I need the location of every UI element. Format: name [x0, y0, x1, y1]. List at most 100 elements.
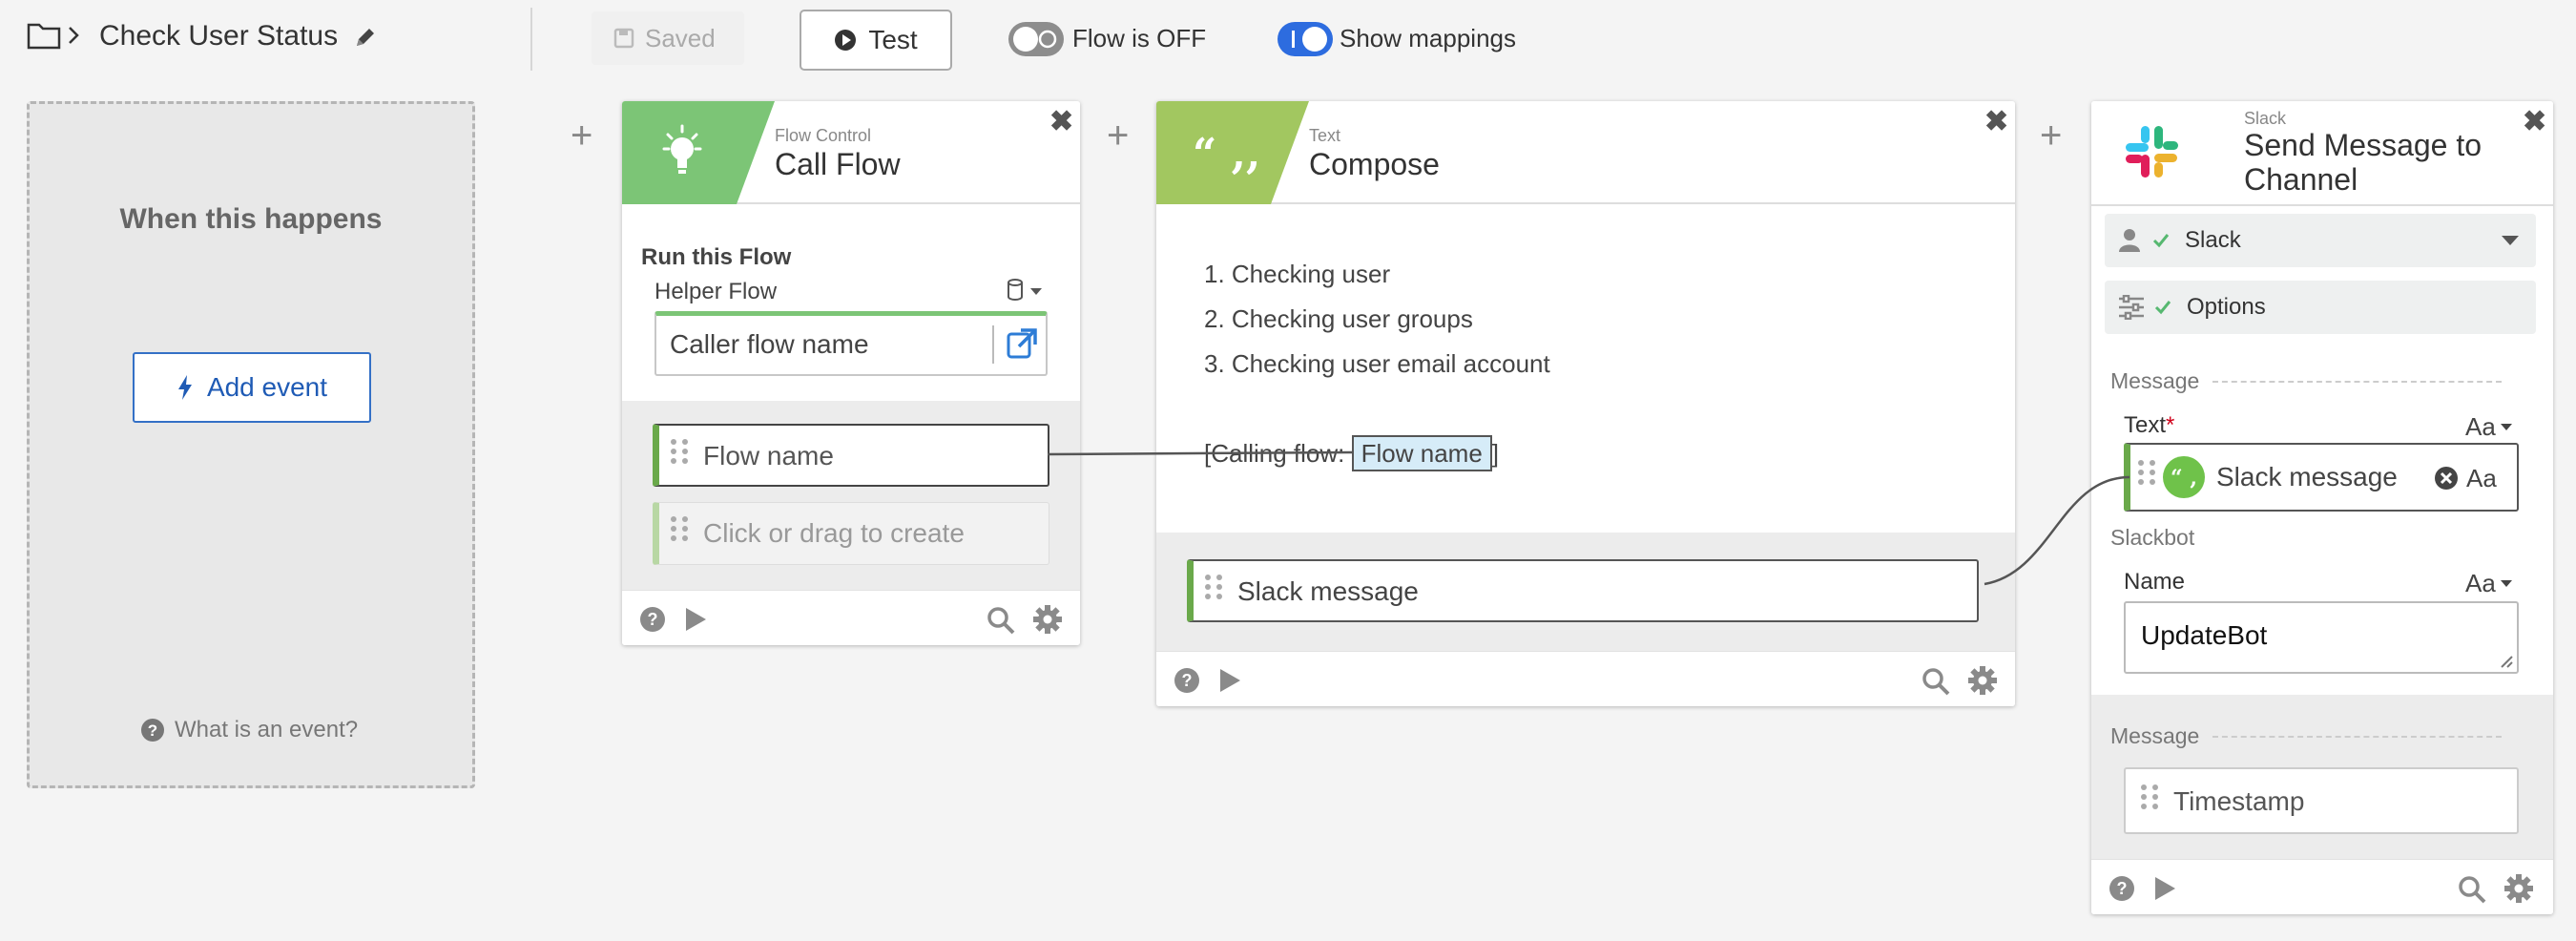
slack-options-row[interactable]: Options [2105, 281, 2536, 334]
calling-prefix: [Calling flow: [1204, 438, 1352, 468]
slack-connection-label: Slack [2185, 227, 2241, 253]
flow-toggle-label: Flow is OFF [1072, 24, 1207, 52]
play-circle-icon [834, 29, 857, 52]
flow-toggle[interactable] [1008, 21, 1065, 57]
add-event-button[interactable]: Add event [133, 352, 371, 423]
slackbot-section-label: Slackbot [2110, 525, 2194, 551]
slack-card: Slack Send Message to Channel ✖ Slack Op… [2091, 101, 2553, 914]
slack-header: Slack Send Message to Channel ✖ [2091, 101, 2553, 206]
play-icon[interactable] [1217, 667, 1242, 694]
call-flow-card: Flow Control Call Flow ✖ Run this Flow H… [622, 101, 1080, 645]
create-step-placeholder[interactable]: Click or drag to create [653, 502, 1049, 565]
check-icon [2154, 300, 2171, 315]
drag-handle-icon[interactable] [671, 439, 688, 464]
toolbar-divider [530, 8, 532, 71]
lightning-icon [177, 374, 194, 401]
play-icon[interactable] [2152, 875, 2177, 902]
slack-title-line1: Send Message to [2244, 128, 2483, 162]
drag-handle-icon[interactable] [1205, 575, 1222, 599]
what-is-event-link[interactable]: ? What is an event? [140, 717, 358, 743]
helper-flow-input[interactable]: Caller flow name [654, 311, 1048, 376]
svg-text:?: ? [148, 721, 157, 740]
slack-text-input[interactable]: “ , Slack message Aa [2124, 443, 2519, 512]
mappings-toggle[interactable] [1277, 21, 1334, 57]
help-icon[interactable]: ? [1174, 667, 1200, 694]
pencil-icon[interactable] [353, 25, 378, 50]
compose-card: “ ,, Text Compose ✖ 1. Checking user 2. … [1156, 101, 2015, 706]
close-icon[interactable]: ✖ [1984, 105, 2008, 138]
compose-line-1: 1. Checking user [1204, 260, 1391, 288]
text-format-dropdown[interactable]: Aa [2465, 412, 2513, 442]
close-icon[interactable]: ✖ [2523, 105, 2546, 138]
what-is-event-label: What is an event? [175, 717, 359, 742]
text-field-label: Text* [2124, 412, 2174, 439]
chevron-down-icon[interactable] [2500, 234, 2521, 247]
slackbot-name-input[interactable]: UpdateBot [2124, 601, 2519, 674]
gear-icon[interactable] [1032, 604, 1063, 635]
slack-category: Slack [2244, 109, 2287, 128]
run-this-flow-label: Run this Flow [641, 244, 792, 270]
slack-options-label: Options [2187, 294, 2266, 320]
slack-logo-icon [2120, 120, 2183, 183]
message-section-text: Message [2110, 368, 2200, 393]
saved-button[interactable]: Saved [592, 11, 744, 65]
remove-token-icon[interactable] [2434, 466, 2459, 491]
gear-icon[interactable] [1967, 665, 1998, 696]
token-format-label[interactable]: Aa [2466, 464, 2497, 493]
compose-line-3: 3. Checking user email account [1204, 349, 1550, 378]
close-icon[interactable]: ✖ [1049, 105, 1073, 138]
trigger-title: When this happens [119, 203, 383, 235]
calling-suffix: ] [1491, 438, 1500, 468]
slack-connection-row[interactable]: Slack [2105, 214, 2536, 267]
timestamp-step[interactable]: Timestamp [2124, 767, 2519, 834]
folder-icon[interactable] [27, 21, 61, 50]
flow-name-input-step[interactable]: Flow name [653, 424, 1049, 487]
drag-handle-icon[interactable] [2138, 460, 2155, 485]
slack-title-line2: Channel [2244, 162, 2358, 197]
save-icon [613, 27, 635, 50]
slack-message-section: Message Timestamp [2091, 695, 2553, 859]
call-flow-title: Call Flow [775, 147, 901, 181]
search-icon[interactable] [2458, 875, 2486, 904]
add-step-plus-3[interactable]: + [2040, 115, 2062, 157]
slackbot-name-value: UpdateBot [2141, 620, 2268, 650]
search-icon[interactable] [1922, 667, 1950, 696]
drag-handle-icon[interactable] [2141, 784, 2158, 809]
slack-message-output[interactable]: Slack message [1187, 559, 1979, 622]
test-button[interactable]: Test [800, 10, 952, 71]
help-icon[interactable]: ? [639, 606, 666, 633]
resize-handle-icon[interactable] [2498, 653, 2513, 668]
flow-title[interactable]: Check User Status [99, 20, 338, 52]
compose-line-2: 2. Checking user groups [1204, 304, 1473, 333]
play-icon[interactable] [683, 606, 708, 633]
svg-text:?: ? [1182, 671, 1193, 690]
compose-token-icon: “ , [2163, 456, 2205, 498]
drag-handle-icon [671, 516, 688, 541]
call-flow-footer: ? [622, 590, 1080, 645]
caret-down-icon [2500, 423, 2512, 430]
compose-header: “ ,, Text Compose ✖ [1156, 101, 2015, 204]
aa-label: Aa [2465, 569, 2496, 597]
helper-flow-db-icon[interactable] [1008, 279, 1046, 302]
external-link-icon[interactable] [1006, 327, 1038, 360]
name-format-dropdown[interactable]: Aa [2465, 569, 2513, 598]
gear-icon[interactable] [2503, 873, 2534, 904]
add-step-plus-1[interactable]: + [571, 115, 592, 157]
message-section-label-2: Message [2110, 723, 2502, 749]
search-icon[interactable] [987, 606, 1015, 635]
aa-label: Aa [2465, 412, 2496, 441]
trigger-panel: When this happens Add event ? What is an… [27, 101, 475, 788]
add-event-label: Add event [206, 372, 328, 402]
add-step-plus-2[interactable]: + [1107, 115, 1129, 157]
help-icon[interactable]: ? [2109, 875, 2135, 902]
svg-text:“ ,: “ , [2171, 466, 2197, 491]
call-flow-inputs-area: Flow name Click or drag to create [622, 401, 1080, 590]
compose-footer: ? [1156, 651, 2015, 706]
lightbulb-icon [656, 122, 708, 183]
help-icon: ? [140, 718, 165, 742]
mapping-token-flow-name[interactable]: Flow name [1351, 435, 1492, 471]
slack-message-label: Slack message [1237, 576, 1419, 606]
slack-footer: ? [2091, 859, 2553, 914]
svg-text:?: ? [648, 610, 658, 629]
compose-output-area: Slack message [1156, 533, 2015, 651]
